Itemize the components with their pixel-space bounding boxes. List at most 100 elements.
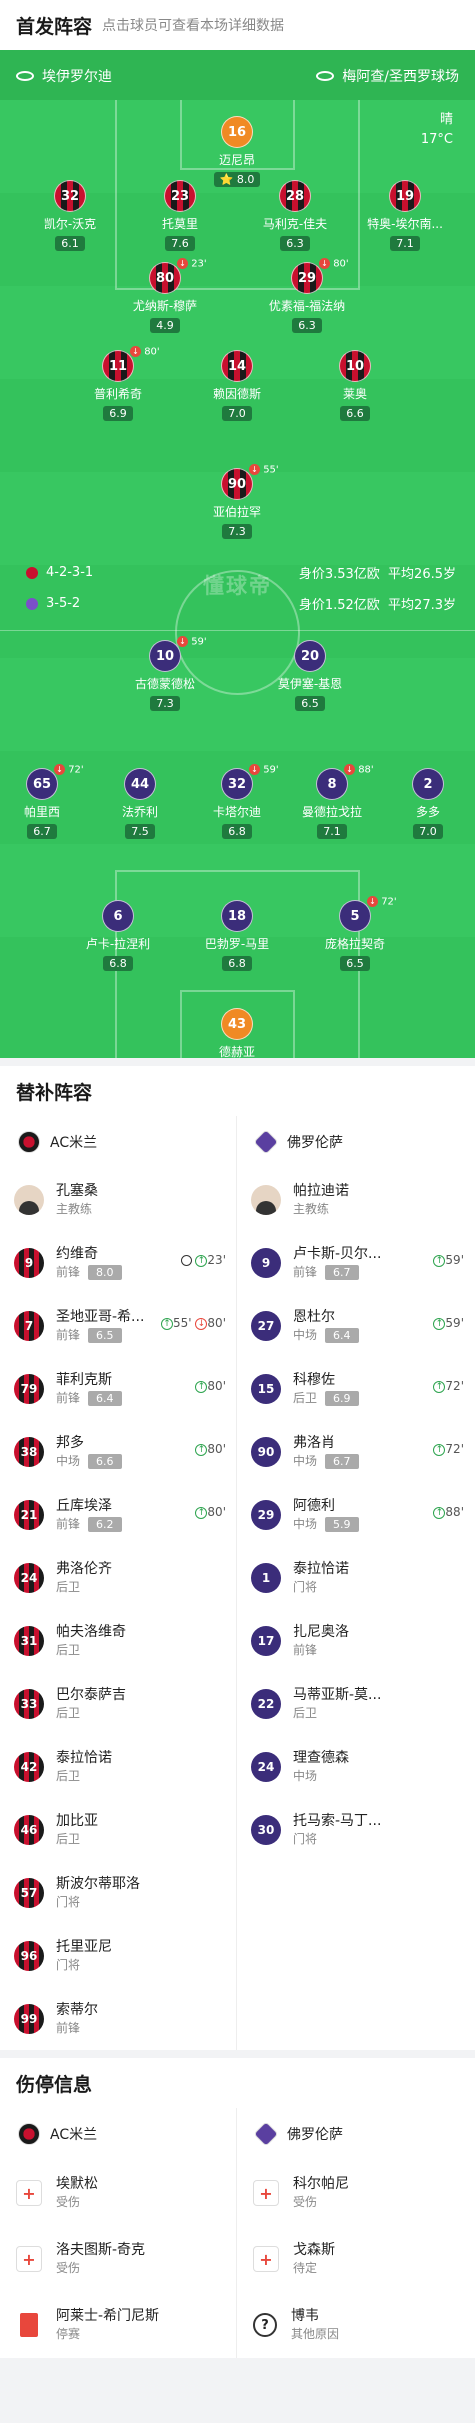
lineup-title: 首发阵容: [16, 15, 93, 38]
fio-team-info: 3-5-2 身价1.52亿欧 平均27.3岁: [26, 594, 456, 613]
injury-title: 伤停信息: [16, 2073, 93, 2096]
fio-sub-row[interactable]: 15 科穆佐 后卫 6.9 ↑ 72': [237, 1357, 474, 1420]
acm-player-5[interactable]: 80 ↓ 23' 尤纳斯-穆萨 4.9: [115, 258, 215, 333]
fio-sub-row[interactable]: 17 扎尼奥洛 前锋: [237, 1609, 474, 1672]
acm-player-1[interactable]: 32 凯尔-沃克 6.1: [20, 180, 120, 251]
fio-player-10[interactable]: 43德赫亚7.4: [187, 1008, 287, 1058]
player-kit-icon: 6: [102, 900, 134, 932]
fio-player-1[interactable]: 20 莫伊塞-基恩 6.5: [260, 640, 360, 711]
injury-row[interactable]: ? 博韦 其他原因: [237, 2292, 474, 2358]
acm-sub-row[interactable]: 96 托里亚尼 门将: [0, 1924, 236, 1987]
acm-player-6[interactable]: 29 ↓ 80' 优素福-福法纳 6.3: [257, 258, 357, 333]
injury-row[interactable]: + 洛夫图斯-奇克 受伤: [0, 2226, 236, 2292]
sub-player-name: 阿德利: [293, 1497, 335, 1514]
sub-out-icon: ↓: [195, 1317, 208, 1330]
weather: 晴 17°C: [421, 110, 453, 150]
injury-row[interactable]: + 埃默松 受伤: [0, 2160, 236, 2226]
page-footer: [0, 2358, 475, 2418]
fio-sub-row[interactable]: 90 弗洛肖 中场 6.7 ↑ 72': [237, 1420, 474, 1483]
fio-player-7[interactable]: 6 卢卡-拉涅利 6.8: [68, 900, 168, 971]
fio-player-9[interactable]: 5 ↓ 72' 庞格拉契奇 6.5: [305, 896, 405, 971]
acm-sub-row[interactable]: 31 帕夫洛维奇 后卫: [0, 1609, 236, 1672]
fio-player-8[interactable]: 18 巴勃罗-马里 6.8: [187, 900, 287, 971]
fio-injury-column: 佛罗伦萨 + 科尔帕尼 受伤 + 戈森斯 待定? 博韦 其他原因: [237, 2108, 474, 2358]
fio-player-4[interactable]: 32 ↓ 59' 卡塔尔迪 6.8: [187, 764, 287, 839]
player-kit-icon: 20: [294, 640, 326, 672]
acm-sub-row[interactable]: 99 索蒂尔 前锋: [0, 1987, 236, 2050]
fio-sub-row[interactable]: 30 托马索-马丁... 门将: [237, 1798, 474, 1861]
fio-sub-row[interactable]: 27 恩杜尔 中场 6.4 ↑ 59': [237, 1294, 474, 1357]
player-rating: 6.8: [103, 956, 133, 971]
player-name: 赖因德斯: [212, 387, 261, 401]
sub-player-rating: 8.0: [88, 1264, 122, 1280]
fio-player-5[interactable]: 8 ↓ 88' 曼德拉戈拉 7.1: [282, 764, 382, 839]
fio-team-row[interactable]: 佛罗伦萨: [237, 1116, 474, 1168]
sub-player-position: 门将: [56, 1894, 81, 1909]
acm-sub-row[interactable]: 24 弗洛伦齐 后卫: [0, 1546, 236, 1609]
player-name: 庞格拉契奇: [324, 937, 385, 951]
acm-badge-icon: [18, 1131, 40, 1153]
sub-event: ↑ 80': [195, 1505, 226, 1519]
sub-player-name: 约维奇: [56, 1245, 98, 1262]
acm-player-0[interactable]: 16 迈尼昂 ⭐ 8.0: [187, 116, 287, 187]
player-rating: 6.1: [55, 236, 85, 251]
acm-coach-row[interactable]: 孔塞桑 主教练: [0, 1168, 236, 1231]
acm-player-9[interactable]: 10 莱奥 6.6: [305, 350, 405, 421]
acm-sub-row[interactable]: 7 圣地亚哥-希... 前锋 6.5 ↑ 55' ↓ 80': [0, 1294, 236, 1357]
acm-team-info: 4-2-3-1 身价3.53亿欧 平均26.5岁: [26, 563, 456, 582]
subs-grid: AC米兰 孔塞桑 主教练 9 约维奇 前锋 8.0 ↑ 23' 7 圣地亚哥-希... 前锋 6.…: [0, 1116, 475, 2050]
sub-event: ↓ 59': [177, 636, 207, 648]
sub-player-name: 泰拉恰诺: [56, 1749, 112, 1766]
acm-age: 平均26.5岁: [388, 567, 456, 582]
fio-sub-row[interactable]: 22 马蒂亚斯-莫... 后卫: [237, 1672, 474, 1735]
acm-sub-row[interactable]: 38 邦多 中场 6.6 ↑ 80': [0, 1420, 236, 1483]
acm-sub-row[interactable]: 57 斯波尔蒂耶洛 门将: [0, 1861, 236, 1924]
fio-sub-row[interactable]: 1 泰拉恰诺 门将: [237, 1546, 474, 1609]
acm-sub-row[interactable]: 79 菲利克斯 前锋 6.4 ↑ 80': [0, 1357, 236, 1420]
acm-sub-row[interactable]: 21 丘库埃泽 前锋 6.2 ↑ 80': [0, 1483, 236, 1546]
fio-sub-row[interactable]: 29 阿德利 中场 5.9 ↑ 88': [237, 1483, 474, 1546]
fio-sub-row[interactable]: 9 卢卡斯-贝尔... 前锋 6.7 ↑ 59': [237, 1231, 474, 1294]
acm-player-8[interactable]: 14 赖因德斯 7.0: [187, 350, 287, 421]
sub-player-position: 前锋: [56, 1516, 81, 1531]
sub-in-time: 59': [445, 1253, 464, 1267]
sub-in-time: 80': [207, 1442, 226, 1456]
fio-coach-row[interactable]: 帕拉迪诺 主教练: [237, 1168, 474, 1231]
sub-event: ↓ 23': [177, 258, 207, 270]
acm-sub-row[interactable]: 42 泰拉恰诺 后卫: [0, 1735, 236, 1798]
fio-team-row[interactable]: 佛罗伦萨: [237, 2108, 474, 2160]
sub-player-name: 斯波尔蒂耶洛: [56, 1875, 140, 1892]
acm-sub-row[interactable]: 46 加比亚 后卫: [0, 1798, 236, 1861]
fio-player-2[interactable]: 65 ↓ 72' 帕里西 6.7: [0, 764, 92, 839]
acm-sub-row[interactable]: 33 巴尔泰萨吉 后卫: [0, 1672, 236, 1735]
acm-team-row[interactable]: AC米兰: [0, 1116, 236, 1168]
fio-team-name: 佛罗伦萨: [287, 1135, 343, 1151]
fio-player-3[interactable]: 44 法乔利 7.5: [90, 768, 190, 839]
acm-player-10[interactable]: 90 ↓ 55' 亚伯拉罕 7.3: [187, 464, 287, 539]
injury-row[interactable]: + 戈森斯 待定: [237, 2226, 474, 2292]
acm-player-2[interactable]: 23 托莫里 7.6: [130, 180, 230, 251]
acm-player-4[interactable]: 19 特奥-埃尔南... 7.1: [355, 180, 455, 251]
fio-player-0[interactable]: 10 ↓ 59' 古德蒙德松 7.3: [115, 636, 215, 711]
jersey-number: 30: [251, 1814, 281, 1845]
acm-coach-role: 主教练: [56, 1201, 93, 1216]
fio-sub-row[interactable]: 24 理查德森 中场: [237, 1735, 474, 1798]
fio-coach-name: 帕拉迪诺: [293, 1182, 349, 1199]
injury-row[interactable]: + 科尔帕尼 受伤: [237, 2160, 474, 2226]
injury-header: 伤停信息: [0, 2058, 475, 2108]
acm-team-row[interactable]: AC米兰: [0, 2108, 236, 2160]
player-kit-icon: 10: [339, 350, 371, 382]
acm-sub-row[interactable]: 9 约维奇 前锋 8.0 ↑ 23': [0, 1231, 236, 1294]
sub-event-time: 59': [191, 636, 207, 648]
fio-age: 平均27.3岁: [388, 598, 456, 613]
acm-player-7[interactable]: 11 ↓ 80' 普利希奇 6.9: [68, 346, 168, 421]
sub-player-name: 理查德森: [293, 1749, 349, 1766]
sub-player-rating: 6.5: [88, 1327, 122, 1343]
fio-player-6[interactable]: 2 多多 7.0: [378, 768, 475, 839]
sub-in-time: 72': [445, 1379, 464, 1393]
jersey-number: 9: [251, 1247, 281, 1278]
player-name: 凯尔-沃克: [43, 217, 97, 231]
acm-player-3[interactable]: 28 马利克-佳夫 6.3: [245, 180, 345, 251]
injury-row[interactable]: 阿莱士-希门尼斯 停赛: [0, 2292, 236, 2358]
player-rating: 7.0: [413, 824, 443, 839]
